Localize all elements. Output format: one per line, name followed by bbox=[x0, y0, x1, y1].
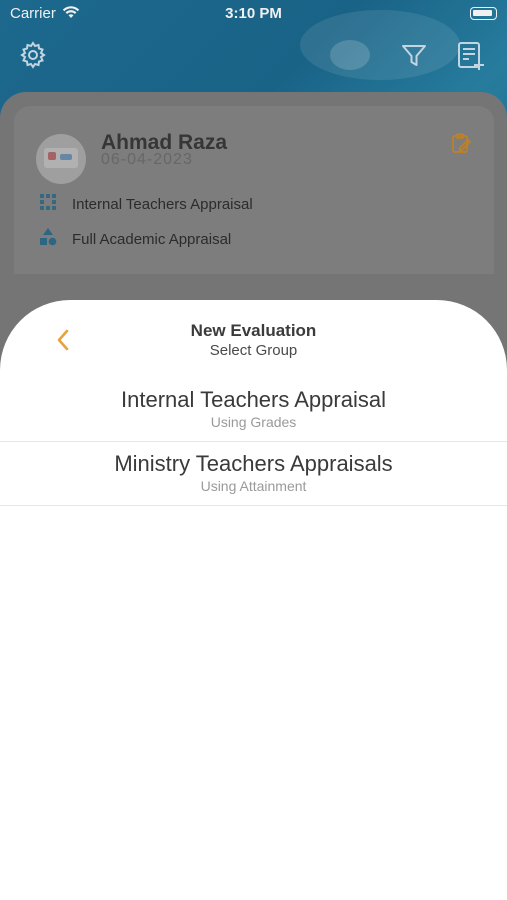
group-option-internal[interactable]: Internal Teachers Appraisal Using Grades bbox=[0, 378, 507, 442]
group-method: Using Attainment bbox=[200, 478, 307, 494]
group-list: Internal Teachers Appraisal Using Grades… bbox=[0, 378, 507, 506]
bottom-sheet: New Evaluation Select Group Internal Tea… bbox=[0, 300, 507, 900]
group-method: Using Grades bbox=[210, 414, 297, 430]
group-name: Internal Teachers Appraisal bbox=[121, 387, 386, 412]
group-option-ministry[interactable]: Ministry Teachers Appraisals Using Attai… bbox=[0, 442, 507, 506]
sheet-title: New Evaluation bbox=[190, 321, 317, 340]
group-name: Ministry Teachers Appraisals bbox=[114, 451, 393, 476]
sheet-subtitle: Select Group bbox=[209, 342, 298, 359]
